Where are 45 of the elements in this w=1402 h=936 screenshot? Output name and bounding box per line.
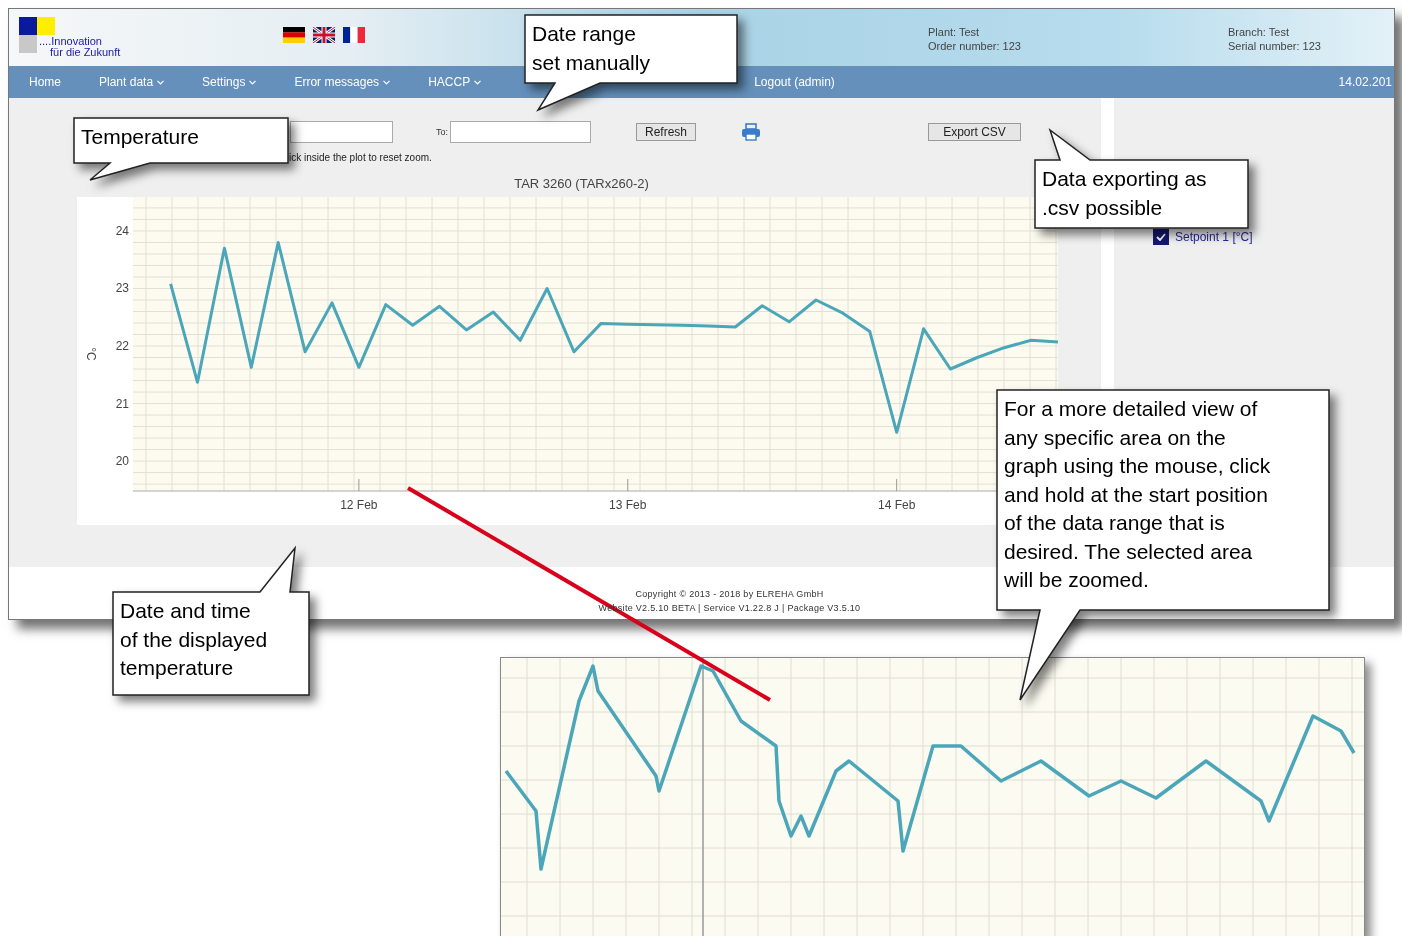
- order-number-label: Order number: 123: [928, 39, 1022, 53]
- checkmark-icon: [1156, 233, 1166, 241]
- serial-number-label: Serial number: 123: [1228, 39, 1322, 53]
- callout-bubble: Data exporting as .csv possible: [1034, 127, 1249, 229]
- legend-label: Setpoint 1 [°C]: [1175, 230, 1253, 244]
- checkbox[interactable]: [1153, 229, 1169, 245]
- y-tick-label: 20: [115, 454, 129, 469]
- nav-menu-item[interactable]: Plant data: [99, 75, 165, 89]
- callout-bubble: Date and time of the displayed temperature: [112, 545, 310, 696]
- printer-icon[interactable]: [741, 123, 762, 141]
- to-label: To:: [436, 127, 449, 137]
- callout-bubble: Date range set manually: [524, 14, 738, 112]
- chevron-down-icon: [383, 79, 391, 85]
- nav-menu-item[interactable]: Settings: [202, 75, 257, 89]
- chevron-down-icon: [474, 79, 482, 85]
- plant-label: Plant: Test: [928, 25, 981, 39]
- callout-bubble: For a more detailed view of any specific area on the graph using the mouse, click and hold at the start position of the data range that is desired. The selected area will be zoomed.: [996, 389, 1330, 701]
- y-axis-label: °C: [84, 347, 98, 361]
- nav-menu-item[interactable]: Error messages: [294, 75, 391, 89]
- french-flag-icon[interactable]: [343, 27, 365, 43]
- from-date-field[interactable]: [290, 121, 393, 143]
- x-tick-label: 14 Feb: [878, 498, 916, 512]
- x-tick-label: 13 Feb: [609, 498, 647, 512]
- y-tick-label: 24: [115, 223, 129, 238]
- refresh-button[interactable]: Refresh: [636, 123, 697, 141]
- chevron-down-icon: [157, 79, 165, 85]
- y-tick-label: 21: [115, 396, 129, 411]
- x-tick-label: 12 Feb: [340, 498, 378, 512]
- logo-tagline: für die Zukunft: [49, 47, 121, 58]
- uk-flag-icon[interactable]: [313, 27, 335, 43]
- branch-label: Branch: Test: [1228, 25, 1290, 39]
- logo-tagline: ....Innovation: [39, 36, 103, 47]
- nav-menu-item[interactable]: Home: [29, 75, 61, 89]
- german-flag-icon[interactable]: [283, 27, 305, 43]
- date-label: 14.02.201: [1338, 75, 1393, 89]
- y-tick-label: 23: [115, 281, 129, 296]
- chevron-down-icon: [249, 79, 257, 85]
- logout-link[interactable]: Logout (admin): [754, 75, 835, 89]
- y-tick-label: 22: [115, 339, 129, 353]
- zoom-hint-text: ick inside the plot to reset zoom.: [288, 152, 433, 163]
- to-date-field[interactable]: [450, 121, 591, 143]
- nav-menu-item[interactable]: HACCP: [428, 75, 482, 89]
- export-csv-button[interactable]: Export CSV: [928, 123, 1022, 141]
- callout-bubble: Temperature: [73, 117, 289, 181]
- footer-text: Copyright © 2013 - 2018 by ELREHA GmbH: [635, 588, 824, 601]
